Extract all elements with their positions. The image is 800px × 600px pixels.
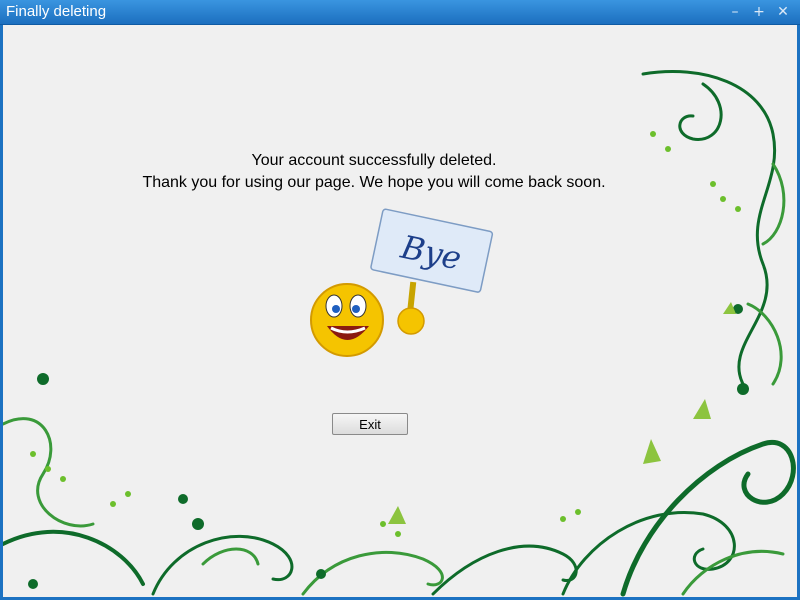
deleted-message: Your account successfully deleted.: [251, 152, 497, 169]
floral-decoration: Bye: [3, 70, 796, 597]
maximize-button[interactable]: +: [750, 4, 768, 20]
close-button[interactable]: ✕: [774, 4, 792, 20]
window-title: Finally deleting: [6, 3, 107, 20]
client-area: Bye Your account successfully deleted. T…: [3, 24, 797, 597]
app-window: Finally deleting – + ✕ Bye Your account …: [0, 0, 800, 600]
exit-button[interactable]: Exit: [332, 413, 408, 435]
minimize-button[interactable]: –: [726, 4, 744, 20]
title-bar[interactable]: Finally deleting – + ✕: [0, 0, 800, 25]
thank-you-message: Thank you for using our page. We hope yo…: [142, 174, 606, 191]
bye-smiley-icon: Bye: [310, 208, 494, 357]
